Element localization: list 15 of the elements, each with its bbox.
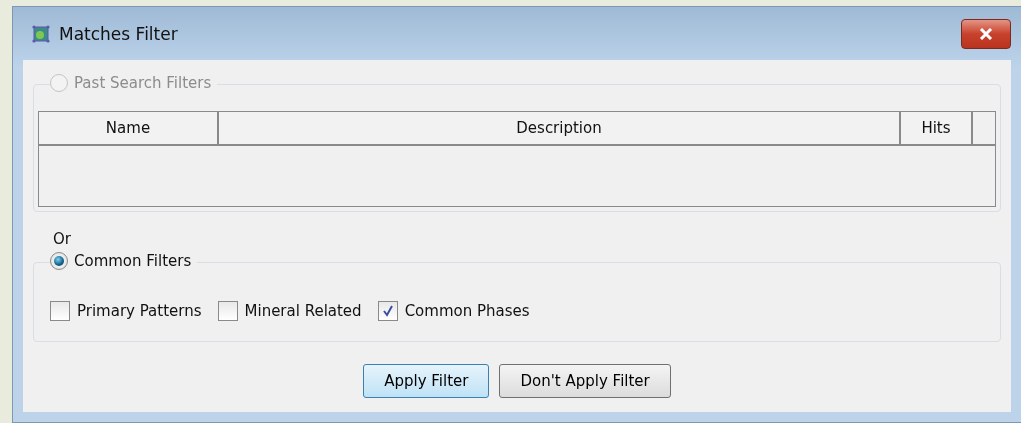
checkbox[interactable] (217, 301, 238, 321)
app-icon (31, 23, 51, 44)
checkbox-label[interactable]: Primary Patterns (77, 302, 202, 320)
dialog-button[interactable]: Don't Apply Filter (499, 364, 671, 398)
checkbox[interactable] (377, 301, 398, 321)
checkbox-label[interactable]: Common Phases (404, 302, 530, 320)
checkmark-icon (380, 304, 395, 318)
close-icon (979, 27, 993, 40)
checkbox[interactable] (50, 301, 70, 321)
or-label: Or (53, 230, 72, 248)
checkbox-label[interactable]: Mineral Related (244, 302, 362, 320)
window-title: Matches Filter (59, 23, 178, 44)
close-button[interactable] (961, 18, 1011, 49)
dialog-button[interactable]: Apply Filter (363, 364, 490, 398)
radio-button[interactable] (50, 252, 68, 270)
